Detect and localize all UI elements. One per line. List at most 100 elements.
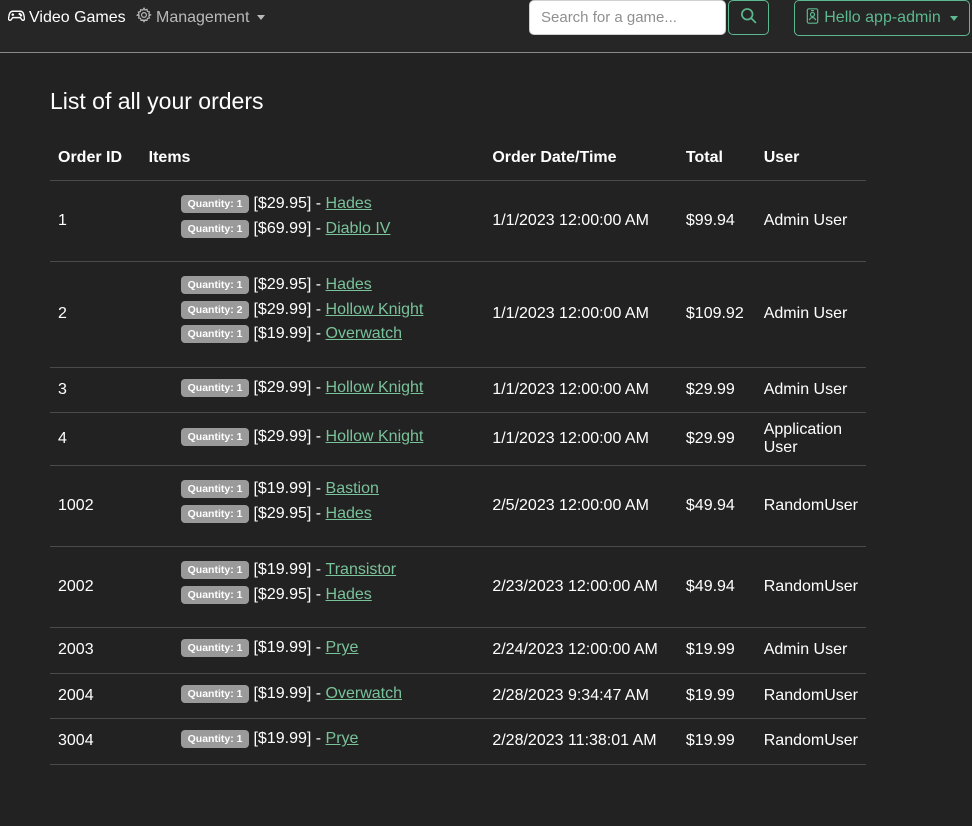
order-items-cell: Quantity: 1 [$29.95] - Hades Quantity: 2 [$…	[140, 261, 485, 368]
order-total-cell: $19.99	[677, 673, 756, 719]
item-price: [$19.99] -	[253, 730, 326, 748]
order-total-cell: $29.99	[677, 367, 756, 413]
order-item: Quantity: 1 [$29.99] - Hollow Knight	[180, 425, 477, 450]
game-link[interactable]: Hades	[326, 276, 372, 294]
quantity-badge: Quantity: 1	[180, 480, 250, 499]
page-title: List of all your orders	[50, 88, 264, 114]
order-total-cell: $19.99	[677, 627, 756, 674]
table-row: 3 Quantity: 1 [$29.99] - Hollow Knight 1/1/…	[50, 367, 866, 413]
quantity-badge: Quantity: 1	[180, 639, 250, 658]
order-id-cell: 2004	[50, 673, 141, 719]
header-items: Items	[140, 136, 485, 181]
order-item: Quantity: 1 [$29.95] - Hades	[180, 583, 477, 608]
navbar: Video Games Management Search for a game…	[0, 0, 972, 53]
order-date-cell: 1/1/2023 12:00:00 AM	[484, 180, 678, 262]
item-price: [$19.99] -	[253, 639, 326, 657]
order-user-cell: Application User	[755, 412, 866, 466]
quantity-badge: Quantity: 1	[180, 195, 250, 214]
item-price: [$29.99] -	[253, 300, 326, 318]
item-price: [$69.99] -	[253, 219, 326, 237]
quantity-badge: Quantity: 1	[180, 428, 250, 446]
brand-link[interactable]: Video Games	[7, 7, 126, 29]
order-item: Quantity: 1 [$19.99] - Transistor	[180, 558, 477, 583]
quantity-badge: Quantity: 1	[180, 378, 250, 397]
order-date-cell: 1/1/2023 12:00:00 AM	[484, 367, 678, 413]
user-menu-label: Hello app-admin	[824, 9, 941, 26]
quantity-badge: Quantity: 1	[180, 730, 250, 749]
item-price: [$29.95] -	[253, 504, 326, 522]
header-date: Order Date/Time	[484, 136, 678, 181]
game-link[interactable]: Transistor	[326, 561, 397, 579]
search-icon	[740, 7, 757, 29]
game-link[interactable]: Hollow Knight	[326, 379, 424, 397]
game-link[interactable]: Hades	[326, 195, 372, 213]
game-link[interactable]: Diablo IV	[326, 220, 391, 238]
order-items-cell: Quantity: 1 [$29.99] - Hollow Knight	[140, 367, 485, 413]
management-label: Management	[156, 8, 250, 26]
order-date-cell: 1/1/2023 12:00:00 AM	[484, 261, 678, 368]
quantity-badge: Quantity: 1	[180, 561, 250, 580]
game-link[interactable]: Prye	[326, 730, 359, 748]
item-price: [$29.99] -	[253, 378, 326, 396]
game-link[interactable]: Hollow Knight	[326, 428, 424, 446]
order-total-cell: $29.99	[677, 412, 756, 466]
order-items-cell: Quantity: 1 [$19.99] - Overwatch	[140, 673, 485, 719]
order-id-cell: 1002	[50, 465, 141, 547]
table-row: 4 Quantity: 1 [$29.99] - Hollow Knight 1/1/…	[50, 412, 866, 466]
item-price: [$19.99] -	[253, 561, 326, 579]
order-id-cell: 2003	[50, 627, 141, 674]
quantity-badge: Quantity: 1	[180, 684, 250, 703]
game-link[interactable]: Overwatch	[326, 325, 402, 343]
game-link[interactable]: Hades	[326, 505, 372, 523]
order-items-cell: Quantity: 1 [$19.99] - Transistor Quantity…	[140, 546, 485, 628]
order-user-cell: RandomUser	[755, 673, 866, 719]
item-price: [$29.95] -	[253, 195, 326, 213]
user-menu-button[interactable]: Hello app-admin	[794, 0, 970, 36]
order-item: Quantity: 1 [$19.99] - Overwatch	[180, 322, 477, 347]
item-price: [$29.99] -	[253, 428, 326, 445]
table-row: 2 Quantity: 1 [$29.95] - Hades Quantity: 2[…	[50, 261, 866, 368]
item-price: [$19.99] -	[253, 480, 326, 498]
table-row: 2004 Quantity: 1 [$19.99] - Overwatch 2/28/…	[50, 673, 866, 719]
order-items-cell: Quantity: 1 [$29.99] - Hollow Knight	[140, 412, 485, 466]
order-user-cell: RandomUser	[755, 465, 866, 547]
table-row: 2003 Quantity: 1 [$19.99] - Prye 2/24/2023 …	[50, 627, 866, 674]
order-item: Quantity: 1 [$19.99] - Bastion	[180, 477, 477, 502]
order-item: Quantity: 1 [$19.99] - Overwatch	[180, 682, 477, 707]
order-user-cell: Admin User	[755, 627, 866, 674]
item-price: [$19.99] -	[253, 684, 326, 702]
order-user-cell: Admin User	[755, 367, 866, 413]
orders-table: Order ID Items Order Date/Time Total Use…	[50, 136, 866, 765]
quantity-badge: Quantity: 1	[180, 585, 250, 604]
gear-icon	[135, 7, 152, 28]
management-dropdown[interactable]: Management	[135, 7, 266, 28]
order-date-cell: 1/1/2023 12:00:00 AM	[484, 412, 678, 466]
game-link[interactable]: Hades	[326, 586, 372, 604]
order-id-cell: 1	[50, 180, 141, 262]
order-item: Quantity: 1 [$19.99] - Prye	[180, 727, 477, 752]
main-content: List of all your orders Order ID Items O…	[50, 86, 866, 765]
game-link[interactable]: Hollow Knight	[326, 301, 424, 319]
item-price: [$19.99] -	[253, 325, 326, 343]
game-link[interactable]: Overwatch	[326, 685, 402, 703]
order-user-cell: RandomUser	[755, 718, 866, 765]
order-item: Quantity: 2 [$29.99] - Hollow Knight	[180, 298, 477, 323]
game-link[interactable]: Bastion	[326, 480, 379, 498]
quantity-badge: Quantity: 1	[180, 276, 250, 295]
header-user: User	[755, 136, 866, 181]
gamepad-icon	[7, 7, 26, 29]
order-date-cell: 2/23/2023 12:00:00 AM	[484, 546, 678, 628]
order-date-cell: 2/5/2023 12:00:00 AM	[484, 465, 678, 547]
user-badge-icon	[806, 7, 819, 29]
order-total-cell: $49.94	[677, 546, 756, 628]
order-items-cell: Quantity: 1 [$19.99] - Bastion Quantity: 1…	[140, 465, 485, 547]
order-date-cell: 2/24/2023 12:00:00 AM	[484, 627, 678, 674]
search-input[interactable]	[529, 0, 726, 35]
order-item: Quantity: 1 [$29.99] - Hollow Knight	[180, 376, 477, 401]
order-items-cell: Quantity: 1 [$19.99] - Prye	[140, 627, 485, 674]
search-button[interactable]	[728, 0, 769, 35]
game-link[interactable]: Prye	[326, 639, 359, 657]
order-id-cell: 2002	[50, 546, 141, 628]
quantity-badge: Quantity: 1	[180, 219, 250, 238]
order-item: Quantity: 1 [$29.95] - Hades	[180, 273, 477, 298]
